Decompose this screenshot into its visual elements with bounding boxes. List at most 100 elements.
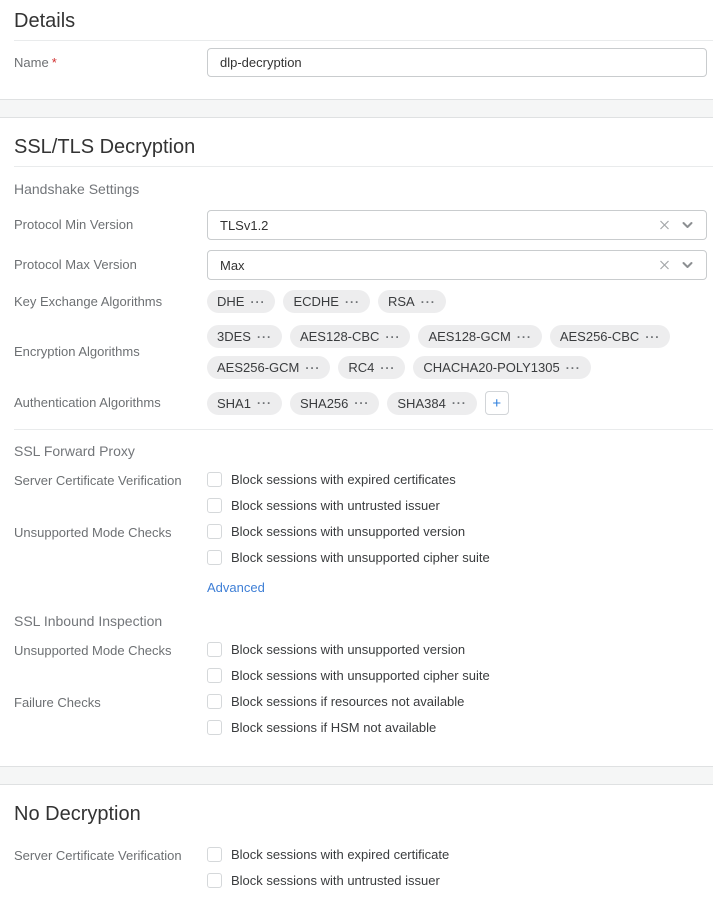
ii-unsupported-mode-checkboxes: Block sessions with unsupported version … (207, 642, 707, 694)
chip-menu-dots[interactable]: ··· (452, 398, 467, 408)
checkbox[interactable] (207, 498, 222, 513)
advanced-link[interactable]: Advanced (207, 580, 265, 595)
protocol-min-version-select[interactable]: TLSv1.2 (207, 210, 707, 240)
protocol-min-version-row: Protocol Min Version TLSv1.2 (14, 210, 713, 240)
name-label: Name* (14, 55, 207, 71)
protocol-min-version-control: TLSv1.2 (207, 210, 707, 240)
checkbox[interactable] (207, 847, 222, 862)
checkbox[interactable] (207, 668, 222, 683)
authentication-algorithms-row: Authentication Algorithms SHA1··· SHA256… (14, 391, 713, 415)
fp-server-cert-verification-label: Server Certificate Verification (14, 472, 207, 489)
checkbox[interactable] (207, 720, 222, 735)
handshake-settings-subheading: Handshake Settings (14, 181, 713, 198)
chip-label: AES128-GCM (428, 329, 510, 344)
checkbox-row: Block sessions if resources not availabl… (207, 694, 707, 709)
fp-server-cert-verification-group: Server Certificate Verification Block se… (14, 472, 713, 524)
chip-aes256-gcm[interactable]: AES256-GCM··· (207, 356, 330, 379)
protocol-min-version-value: TLSv1.2 (220, 218, 268, 233)
chip-sha384[interactable]: SHA384··· (387, 392, 476, 415)
fp-unsupported-mode-checkboxes: Block sessions with unsupported version … (207, 524, 707, 576)
checkbox[interactable] (207, 873, 222, 888)
advanced-link-spacer (14, 579, 207, 597)
checkbox-label: Block sessions with expired certificate (231, 847, 449, 862)
chip-label: CHACHA20-POLY1305 (423, 360, 559, 375)
authentication-algorithms-label: Authentication Algorithms (14, 395, 207, 411)
chip-menu-dots[interactable]: ··· (645, 332, 660, 342)
chip-dhe[interactable]: DHE ··· (207, 290, 275, 313)
nd-server-cert-verification-group: Server Certificate Verification Block se… (14, 847, 713, 899)
ii-unsupported-mode-checks-group: Unsupported Mode Checks Block sessions w… (14, 642, 713, 694)
authentication-algorithms-control: SHA1··· SHA256··· SHA384··· + (207, 391, 707, 415)
ssl-forward-proxy-subheading: SSL Forward Proxy (14, 443, 713, 460)
chevron-down-icon[interactable] (682, 262, 693, 269)
checkbox[interactable] (207, 550, 222, 565)
chip-menu-dots[interactable]: ··· (380, 363, 395, 373)
protocol-max-version-select[interactable]: Max (207, 250, 707, 280)
chip-menu-dots[interactable]: ··· (257, 398, 272, 408)
checkbox[interactable] (207, 694, 222, 709)
chip-menu-dots[interactable]: ··· (385, 332, 400, 342)
advanced-link-control: Advanced (207, 579, 707, 597)
checkbox-row: Block sessions with expired certificates (207, 472, 707, 487)
encryption-algorithms-row: Encryption Algorithms 3DES··· AES128-CBC… (14, 325, 713, 379)
checkbox[interactable] (207, 472, 222, 487)
ii-failure-checks-label: Failure Checks (14, 694, 207, 711)
chip-menu-dots[interactable]: ··· (517, 332, 532, 342)
add-algorithm-button[interactable]: + (485, 391, 509, 415)
checkbox-label: Block sessions with unsupported cipher s… (231, 668, 490, 683)
chip-menu-dots[interactable]: ··· (354, 398, 369, 408)
checkbox-label: Block sessions with expired certificates (231, 472, 456, 487)
chevron-down-icon[interactable] (682, 222, 693, 229)
checkbox-row: Block sessions with unsupported cipher s… (207, 668, 707, 683)
chip-aes256-cbc[interactable]: AES256-CBC ··· (550, 325, 670, 348)
checkbox-label: Block sessions with unsupported version (231, 524, 465, 539)
chip-3des[interactable]: 3DES··· (207, 325, 282, 348)
chip-label: AES256-CBC (560, 329, 639, 344)
encryption-algorithms-control: 3DES··· AES128-CBC··· AES128-GCM ··· AES2… (207, 325, 707, 379)
chip-ecdhe[interactable]: ECDHE··· (283, 290, 370, 313)
chip-aes128-cbc[interactable]: AES128-CBC··· (290, 325, 410, 348)
chip-rc4[interactable]: RC4··· (338, 356, 405, 379)
checkbox-label: Block sessions if resources not availabl… (231, 694, 464, 709)
key-exchange-algorithms-control: DHE ··· ECDHE··· RSA ··· (207, 290, 707, 313)
chip-menu-dots[interactable]: ··· (305, 363, 320, 373)
chip-menu-dots[interactable]: ··· (421, 297, 436, 307)
name-label-text: Name (14, 55, 49, 70)
name-control (207, 48, 707, 77)
checkbox-label: Block sessions with unsupported version (231, 642, 465, 657)
chip-sha256[interactable]: SHA256··· (290, 392, 379, 415)
chip-aes128-gcm[interactable]: AES128-GCM ··· (418, 325, 541, 348)
protocol-max-version-label: Protocol Max Version (14, 257, 207, 273)
chip-label: RSA (388, 294, 415, 309)
chip-sha1[interactable]: SHA1··· (207, 392, 282, 415)
section-divider (14, 429, 713, 430)
chip-menu-dots[interactable]: ··· (257, 332, 272, 342)
details-section: Details Name* (0, 0, 713, 77)
name-row: Name* (14, 48, 713, 77)
ii-failure-checks-group: Failure Checks Block sessions if resourc… (14, 694, 713, 746)
clear-icon[interactable] (659, 220, 670, 231)
protocol-max-version-value: Max (220, 258, 245, 273)
chip-chacha20-poly1305[interactable]: CHACHA20-POLY1305 ··· (413, 356, 590, 379)
checkbox[interactable] (207, 642, 222, 657)
chip-menu-dots[interactable]: ··· (345, 297, 360, 307)
required-asterisk: * (52, 55, 57, 70)
key-exchange-algorithms-label: Key Exchange Algorithms (14, 294, 207, 310)
protocol-max-version-row: Protocol Max Version Max (14, 250, 713, 280)
encryption-chips: 3DES··· AES128-CBC··· AES128-GCM ··· AES2… (207, 325, 707, 379)
no-decryption-section: No Decryption Server Certificate Verific… (0, 785, 713, 899)
name-input[interactable] (207, 48, 707, 77)
checkbox-row: Block sessions if HSM not available (207, 720, 707, 735)
decryption-profile-form: Details Name* SSL/TLS Decryption Handsha… (0, 0, 713, 899)
fp-server-cert-verification-checkboxes: Block sessions with expired certificates… (207, 472, 707, 524)
checkbox-row: Block sessions with expired certificate (207, 847, 707, 862)
clear-icon[interactable] (659, 260, 670, 271)
chip-label: DHE (217, 294, 244, 309)
nd-server-cert-verification-checkboxes: Block sessions with expired certificate … (207, 847, 707, 899)
ii-unsupported-mode-checks-label: Unsupported Mode Checks (14, 642, 207, 659)
chip-rsa[interactable]: RSA ··· (378, 290, 446, 313)
checkbox[interactable] (207, 524, 222, 539)
chip-menu-dots[interactable]: ··· (566, 363, 581, 373)
chip-menu-dots[interactable]: ··· (250, 297, 265, 307)
nd-server-cert-verification-label: Server Certificate Verification (14, 847, 207, 864)
